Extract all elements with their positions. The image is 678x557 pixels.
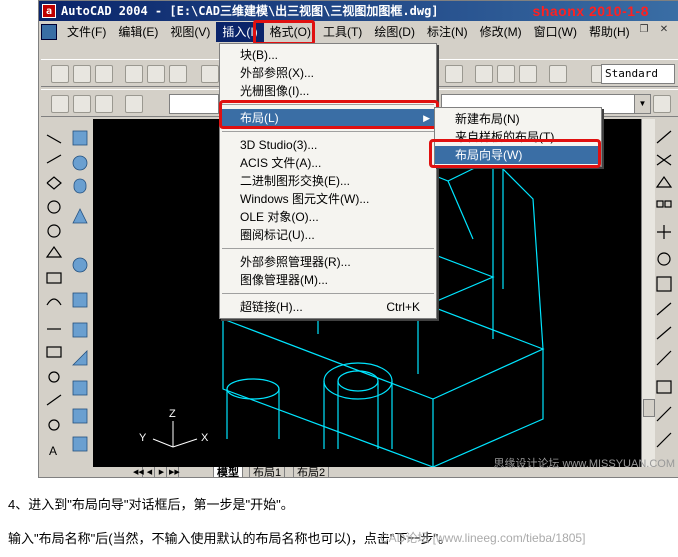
menu-item-label: 3D Studio(3)... (240, 138, 318, 152)
properties-icon[interactable] (475, 65, 493, 83)
publish-icon[interactable] (169, 65, 187, 83)
menu-edit[interactable]: 编辑(E) (112, 22, 164, 42)
site-watermark: 思缘设计论坛 www.MISSYUAN.COM (493, 458, 675, 470)
insert-menu-item[interactable]: 块(B)... (220, 46, 436, 64)
menu-tools[interactable]: 工具(T) (317, 22, 368, 42)
ucs-z-label: Z (169, 408, 176, 420)
preview-icon[interactable] (147, 65, 165, 83)
insert-menu-item[interactable]: ACIS 文件(A)... (220, 154, 436, 172)
solid-tools-icons[interactable] (40, 125, 93, 465)
menu-item-label: 二进制图形交换(E)... (240, 174, 350, 188)
cut-icon[interactable] (201, 65, 219, 83)
layout-submenu: 新建布局(N) 来自样板的布局(T)... 布局向导(W) (434, 107, 602, 167)
menu-item-label: 外部参照(X)... (240, 66, 314, 80)
prev-tab-icon[interactable]: ◀ (145, 467, 155, 477)
layer-icon[interactable] (653, 95, 671, 113)
layer-tools-icon[interactable] (125, 95, 143, 113)
design-center-icon[interactable] (497, 65, 515, 83)
chevron-down-icon[interactable]: ▼ (634, 95, 650, 113)
help-icon[interactable] (549, 65, 567, 83)
next-tab-icon[interactable]: ▶ (157, 467, 167, 477)
print-icon[interactable] (125, 65, 143, 83)
menu-item-label: Windows 图元文件(W)... (240, 192, 370, 206)
scrollbar-thumb[interactable] (643, 399, 655, 417)
menu-item-label: 外部参照管理器(R)... (240, 255, 351, 269)
menu-item-label: 布局(L) (240, 111, 279, 125)
insert-menu-item[interactable]: 二进制图形交换(E)... (220, 172, 436, 190)
autocad-app-icon: a (42, 4, 56, 18)
ucs-icon (152, 421, 198, 448)
autocad-window: a AutoCAD 2004 - [E:\CAD三维建模\出三视图\三视图加图框… (38, 0, 678, 478)
menu-modify[interactable]: 修改(M) (474, 22, 528, 42)
menu-item-label: 光栅图像(I)... (240, 84, 310, 98)
layer-state-icon[interactable] (73, 95, 91, 113)
svg-text:A: A (49, 444, 57, 458)
zoom-icon[interactable] (445, 65, 463, 83)
menu-item-label: ACIS 文件(A)... (240, 156, 322, 170)
insert-menu-item[interactable]: 图像管理器(M)... (220, 271, 436, 289)
menu-window[interactable]: 窗口(W) (528, 22, 583, 42)
menu-item-label: OLE 对象(O)... (240, 210, 319, 224)
last-tab-icon[interactable]: ▶▶ (169, 467, 180, 477)
tab-layout1[interactable]: 布局1 (249, 467, 286, 477)
menu-item-label: 图像管理器(M)... (240, 273, 328, 287)
layout-submenu-item[interactable]: 布局向导(W) (435, 146, 601, 164)
text-style-select[interactable]: Standard (601, 64, 675, 84)
insert-menu-item[interactable]: Windows 图元文件(W)... (220, 190, 436, 208)
menu-separator (222, 293, 434, 294)
menu-file[interactable]: 文件(F) (61, 22, 112, 42)
tab-layout2[interactable]: 布局2 (293, 467, 330, 477)
insert-menu-item[interactable]: 外部参照(X)... (220, 64, 436, 82)
menu-format[interactable]: 格式(O) (264, 22, 317, 42)
menu-separator (222, 248, 434, 249)
insert-menu-item[interactable]: OLE 对象(O)... (220, 208, 436, 226)
vertical-scrollbar[interactable] (641, 119, 655, 467)
menu-item-label: 块(B)... (240, 48, 278, 62)
layout-submenu-item[interactable]: 新建布局(N) (435, 110, 601, 128)
insert-menu-item[interactable]: 布局(L) ▶ (220, 109, 436, 127)
layout-submenu-item[interactable]: 来自样板的布局(T)... (435, 128, 601, 146)
insert-menu-item[interactable]: 圈阅标记(U)... (220, 226, 436, 244)
menu-insert[interactable]: 插入(I) (216, 22, 264, 42)
draw-toolbar: A (41, 125, 67, 465)
layer-manager-icon[interactable] (51, 95, 69, 113)
open-icon[interactable] (73, 65, 91, 83)
insert-menu-item[interactable]: 光栅图像(I)... (220, 82, 436, 100)
submenu-arrow-icon: ▶ (423, 113, 430, 123)
menu-bar: 文件(F) 编辑(E) 视图(V) 插入(I) 格式(O) 工具(T) 绘图(D) 标注(N)… (39, 21, 678, 43)
author-watermark: shaonx 2010-1-8 (532, 3, 649, 19)
menu-separator (222, 131, 434, 132)
insert-menu-item[interactable]: 超链接(H)... Ctrl+K (220, 298, 436, 316)
menu-shortcut: Ctrl+K (386, 300, 420, 314)
tool-palette-icon[interactable] (519, 65, 537, 83)
document-icon[interactable] (41, 24, 57, 40)
solids-toolbar (40, 125, 93, 465)
caption-line-1: 4、进入到"布局向导"对话框后，第一步是"开始"。 (8, 497, 294, 512)
ucs-y-label: Y (139, 432, 147, 444)
save-icon[interactable] (95, 65, 113, 83)
draw-tools-icons[interactable]: A (41, 125, 67, 465)
tab-model[interactable]: 模型 (213, 467, 243, 477)
menu-draw[interactable]: 绘图(D) (368, 22, 421, 42)
insert-menu-item[interactable]: 外部参照管理器(R)... (220, 253, 436, 271)
first-tab-icon[interactable]: ◀◀ (133, 467, 144, 477)
close-icon[interactable]: ✕ (655, 23, 673, 39)
insert-menu-item[interactable]: 3D Studio(3)... (220, 136, 436, 154)
restore-icon[interactable]: ❐ (635, 23, 653, 39)
menu-dimension[interactable]: 标注(N) (421, 22, 474, 42)
layer-previous-icon[interactable] (95, 95, 113, 113)
new-icon[interactable] (51, 65, 69, 83)
caption-watermark: CAD论坛 [www.lineeg.com/tieba/1805] (380, 531, 586, 545)
menu-help[interactable]: 帮助(H) (583, 22, 636, 42)
layer-select[interactable] (169, 94, 219, 114)
menu-item-label: 超链接(H)... (240, 300, 303, 314)
ucs-x-label: X (201, 432, 209, 444)
window-title: AutoCAD 2004 - [E:\CAD三维建模\出三视图\三视图加图框.d… (61, 4, 439, 18)
insert-menu: 块(B)... 外部参照(X)... 光栅图像(I)... 布局(L) ▶ 3D Stud… (219, 43, 437, 319)
menu-item-label: 圈阅标记(U)... (240, 228, 315, 242)
menu-view[interactable]: 视图(V) (164, 22, 216, 42)
menu-separator (222, 104, 434, 105)
